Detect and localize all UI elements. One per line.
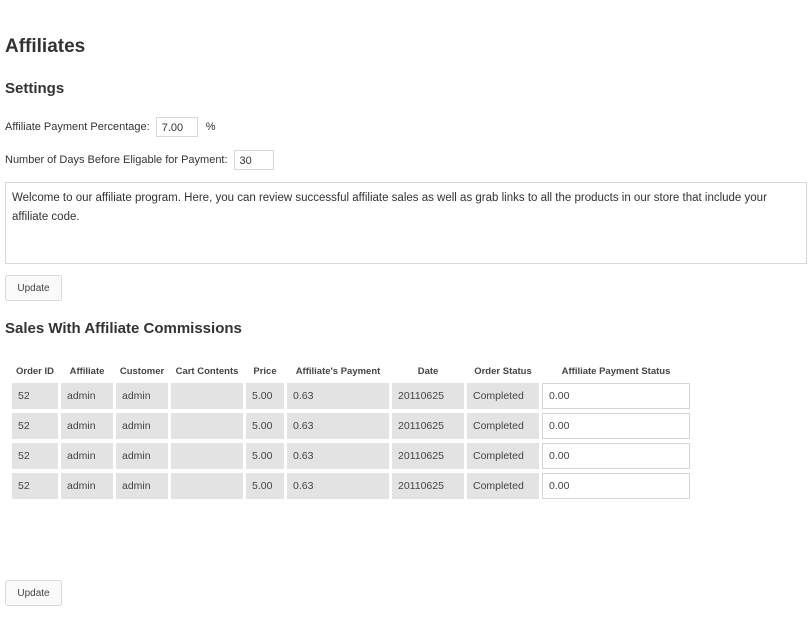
- order-id-cell: 52: [12, 473, 58, 499]
- payment-status-cell: 0.00: [542, 473, 690, 499]
- settings-heading: Settings: [5, 80, 65, 97]
- payment-status-cell: 0.00: [542, 383, 690, 409]
- table-row: 52 admin admin 5.00 0.63 20110625 Comple…: [12, 383, 690, 409]
- affiliate-payment-cell: 0.63: [287, 383, 389, 409]
- cart-contents-cell: [171, 383, 243, 409]
- column-header-payment-status: Affiliate Payment Status: [561, 366, 671, 377]
- cart-contents-cell: [171, 413, 243, 439]
- order-id-cell: 52: [12, 443, 58, 469]
- date-cell: 20110625: [392, 443, 464, 469]
- customer-cell: admin: [116, 473, 168, 499]
- table-row: 52 admin admin 5.00 0.63 20110625 Comple…: [12, 473, 690, 499]
- affiliate-cell: admin: [61, 443, 113, 469]
- affiliate-payment-cell: 0.63: [287, 473, 389, 499]
- column-header-order-id: Order ID: [15, 366, 54, 377]
- sales-heading: Sales With Affiliate Commissions: [5, 320, 242, 337]
- payment-status-cell: 0.00: [542, 443, 690, 469]
- table-header-row: Order ID Affiliate Customer Cart Content…: [12, 364, 690, 379]
- update-sales-button[interactable]: Update: [5, 580, 62, 606]
- price-cell: 5.00: [246, 473, 284, 499]
- customer-cell: admin: [116, 383, 168, 409]
- percentage-input[interactable]: 7.00: [155, 117, 198, 137]
- column-header-price: Price: [253, 366, 277, 377]
- payment-status-input[interactable]: 0.00: [542, 383, 690, 409]
- table-row: 52 admin admin 5.00 0.63 20110625 Comple…: [12, 413, 690, 439]
- cart-contents-cell: [171, 473, 243, 499]
- price-cell: 5.00: [246, 413, 284, 439]
- affiliate-payment-cell: 0.63: [287, 413, 389, 439]
- column-header-customer: Customer: [119, 366, 165, 377]
- affiliate-cell: admin: [61, 383, 113, 409]
- days-row: Number of Days Before Eligable for Payme…: [5, 150, 274, 170]
- column-header-cart-contents: Cart Contents: [175, 366, 239, 377]
- affiliate-cell: admin: [61, 473, 113, 499]
- column-header-affiliate: Affiliate: [69, 366, 105, 377]
- percentage-row: Affiliate Payment Percentage: 7.00 %: [5, 117, 216, 137]
- column-header-order-status: Order Status: [474, 366, 532, 377]
- customer-cell: admin: [116, 443, 168, 469]
- column-header-date: Date: [417, 366, 439, 377]
- payment-status-input[interactable]: 0.00: [542, 413, 690, 439]
- date-cell: 20110625: [392, 473, 464, 499]
- affiliate-cell: admin: [61, 413, 113, 439]
- update-settings-button[interactable]: Update: [5, 275, 62, 301]
- page-title: Affiliates: [5, 36, 86, 57]
- payment-status-input[interactable]: 0.00: [542, 443, 690, 469]
- date-cell: 20110625: [392, 413, 464, 439]
- table-row: 52 admin admin 5.00 0.63 20110625 Comple…: [12, 443, 690, 469]
- affiliates-page: Affiliates Settings Affiliate Payment Pe…: [0, 0, 809, 634]
- percentage-unit: %: [205, 121, 216, 133]
- price-cell: 5.00: [246, 443, 284, 469]
- date-cell: 20110625: [392, 383, 464, 409]
- payment-status-cell: 0.00: [542, 413, 690, 439]
- order-status-cell: Completed: [467, 443, 539, 469]
- order-id-cell: 52: [12, 413, 58, 439]
- days-input[interactable]: 30: [233, 150, 274, 170]
- affiliate-payment-cell: 0.63: [287, 443, 389, 469]
- customer-cell: admin: [116, 413, 168, 439]
- order-status-cell: Completed: [467, 413, 539, 439]
- column-header-affiliate-payment: Affiliate's Payment: [295, 366, 381, 377]
- payment-status-input[interactable]: 0.00: [542, 473, 690, 499]
- order-id-cell: 52: [12, 383, 58, 409]
- price-cell: 5.00: [246, 383, 284, 409]
- order-status-cell: Completed: [467, 473, 539, 499]
- percentage-label: Affiliate Payment Percentage:: [5, 121, 150, 133]
- order-status-cell: Completed: [467, 383, 539, 409]
- welcome-text-field[interactable]: Welcome to our affiliate program. Here, …: [5, 182, 807, 264]
- sales-table: Order ID Affiliate Customer Cart Content…: [9, 360, 693, 503]
- cart-contents-cell: [171, 443, 243, 469]
- days-label: Number of Days Before Eligable for Payme…: [5, 154, 228, 166]
